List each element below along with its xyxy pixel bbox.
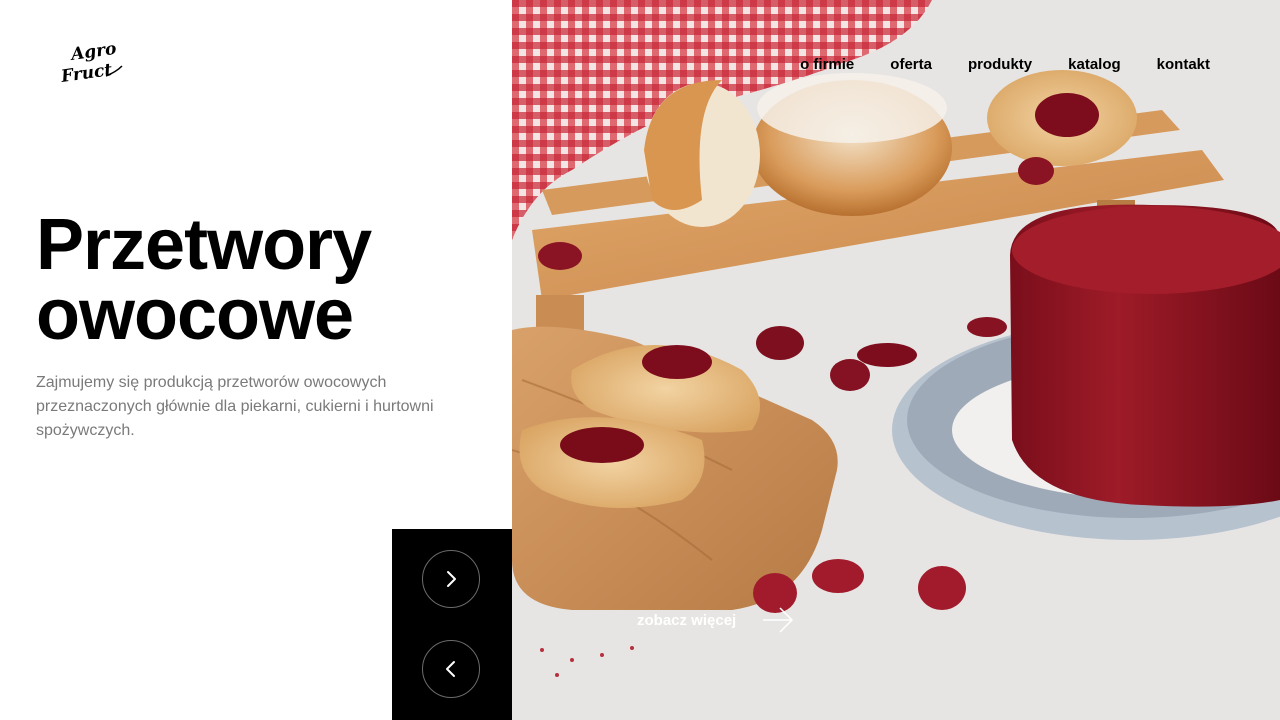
hero-photo <box>512 0 1280 720</box>
arrow-right-icon <box>763 607 794 633</box>
nav-item-o-firmie[interactable]: o firmie <box>800 56 854 74</box>
hero-image <box>512 0 1280 720</box>
nav-item-produkty[interactable]: produkty <box>968 56 1032 74</box>
see-more-label: zobacz więcej <box>637 611 737 629</box>
hero-title: Przetwory owocowe <box>36 205 372 355</box>
nav-item-kontakt[interactable]: kontakt <box>1157 56 1210 74</box>
slider-controls <box>392 529 512 720</box>
hero-description: Zajmujemy się produkcją przetworów owoco… <box>36 374 434 439</box>
logo-icon: Agro Fruct <box>59 40 123 87</box>
hero-title-line-2: owocowe <box>36 275 354 355</box>
see-more-link[interactable]: zobacz więcej <box>637 606 794 634</box>
nav-item-katalog[interactable]: katalog <box>1068 56 1121 74</box>
svg-text:Fruct: Fruct <box>59 60 114 87</box>
chevron-left-icon <box>446 661 455 677</box>
left-panel: Agro Fruct Przetwory owocowe Zajmujemy s… <box>0 0 512 720</box>
hero-title-line-1: Przetwory <box>36 205 372 285</box>
slider-prev-button[interactable] <box>422 640 480 698</box>
slider-next-button[interactable] <box>422 550 480 608</box>
brand-logo[interactable]: Agro Fruct <box>58 40 128 90</box>
main-nav: o firmie oferta produkty katalog kontakt <box>800 56 1210 74</box>
chevron-right-icon <box>447 571 456 587</box>
nav-item-oferta[interactable]: oferta <box>890 56 932 74</box>
